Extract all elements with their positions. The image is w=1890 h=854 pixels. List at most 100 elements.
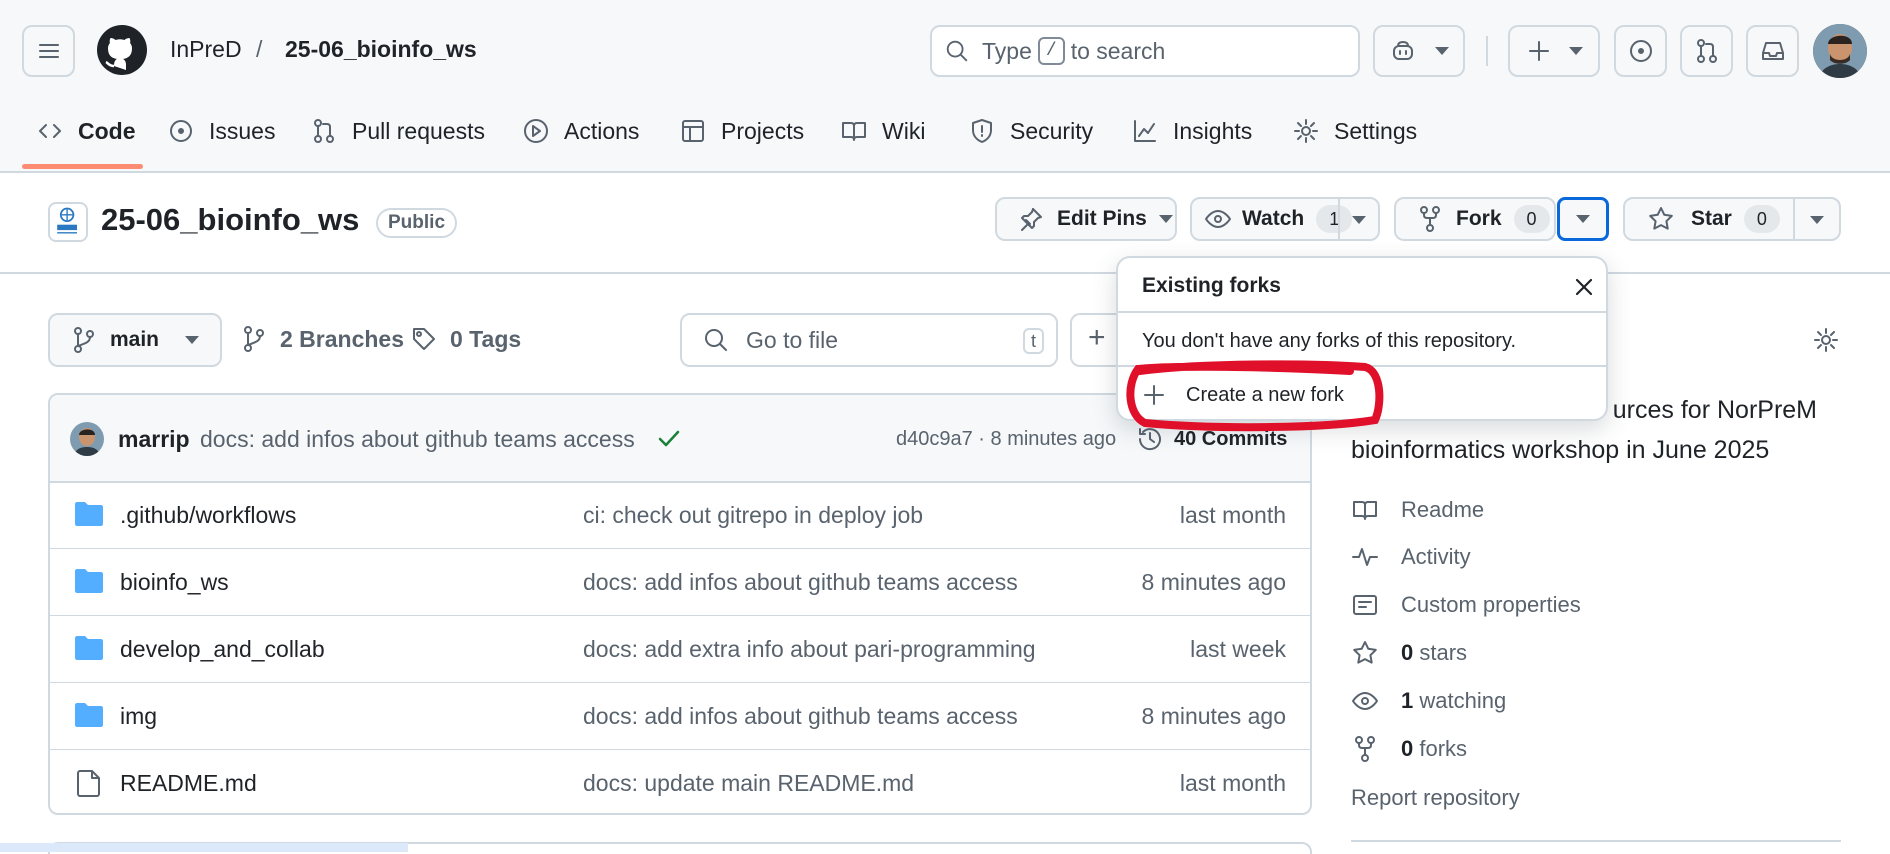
file-commit-message[interactable]: docs: update main README.md [583,770,914,797]
github-logo-icon[interactable] [96,24,148,76]
breadcrumb-separator: / [256,36,263,62]
file-table: marrip docs: add infos about github team… [48,393,1312,815]
folder-icon [75,703,103,727]
search-icon [705,329,727,351]
forks-label: forks [1419,736,1468,761]
go-to-file-shortcut: t [1022,328,1044,354]
branch-selector[interactable]: main [48,313,222,367]
fork-button[interactable]: Fork 0 [1394,197,1556,241]
pull-requests-button[interactable] [1680,25,1733,77]
table-row[interactable]: README.md docs: update main README.md la… [50,749,1310,813]
tab-security[interactable]: Security [968,110,1093,152]
forks-count: 0 [1401,736,1414,761]
eye-icon [1352,692,1378,710]
star-count: 0 [1743,205,1780,233]
inbox-button[interactable] [1746,25,1799,77]
tab-label: Settings [1334,117,1418,144]
file-commit-message[interactable]: docs: add infos about github teams acces… [583,703,1018,730]
create-new-button[interactable] [1508,25,1600,77]
search-icon [946,40,968,62]
tags-link[interactable]: 0 Tags [410,325,521,353]
search-shortcut-key: / [1037,37,1065,65]
note-icon [1353,595,1377,615]
sidebar-custom-properties-link[interactable]: Custom properties [1351,591,1581,619]
fork-dropdown-button[interactable] [1557,197,1609,241]
search-placeholder-after: to search [1070,37,1166,64]
book-icon [842,122,866,141]
global-header: InPreD / 25-06_bioinfo_ws Type / to sear… [0,0,1890,173]
go-to-file-input[interactable]: Go to file t [680,313,1058,367]
pull-request-icon [314,119,334,143]
sidebar-stars-link[interactable]: 0 stars [1351,639,1467,667]
sidebar-readme-link[interactable]: Readme [1351,496,1484,524]
table-row[interactable]: .github/workflows ci: check out gitrepo … [50,481,1310,549]
file-name[interactable]: img [120,703,157,730]
commit-author[interactable]: marrip [118,426,190,453]
file-commit-message[interactable]: ci: check out gitrepo in deploy job [583,502,923,529]
star-button[interactable]: Star 0 [1623,197,1841,241]
file-date: last month [1179,770,1286,796]
sidebar-activity-link[interactable]: Activity [1351,543,1471,571]
repo-owner-avatar [48,202,88,242]
file-name[interactable]: bioinfo_ws [120,569,229,596]
hamburger-icon [38,44,59,58]
header-divider [1486,36,1488,66]
sidebar-divider [1351,840,1841,842]
repo-title[interactable]: 25-06_bioinfo_ws [101,202,359,238]
breadcrumb-owner[interactable]: InPreD [170,36,242,63]
close-icon[interactable] [1573,276,1595,298]
issues-button[interactable] [1614,25,1667,77]
chevron-down-icon [1435,47,1449,55]
file-name[interactable]: develop_and_collab [120,636,325,663]
menu-button[interactable] [22,25,75,77]
pulse-icon [1352,548,1378,566]
file-name[interactable]: .github/workflows [120,502,296,529]
search-input[interactable]: Type / to search [930,25,1360,77]
commit-message[interactable]: docs: add infos about github teams acces… [200,426,635,453]
sidebar-watching-link[interactable]: 1 watching [1351,687,1506,715]
chevron-down-icon [1810,216,1824,224]
file-name[interactable]: README.md [120,770,257,797]
activity-label: Activity [1401,544,1471,569]
sidebar-forks-link[interactable]: 0 forks [1351,735,1467,763]
tab-pull-requests[interactable]: Pull requests [310,110,485,152]
branches-link[interactable]: 2 Branches [240,325,404,353]
check-icon[interactable] [656,425,682,451]
fork-count: 0 [1513,205,1550,233]
report-repository-link[interactable]: Report repository [1351,785,1520,811]
tab-wiki[interactable]: Wiki [840,110,925,152]
chevron-down-icon [1569,47,1583,55]
stars-label: stars [1419,640,1468,665]
tab-settings[interactable]: Settings [1292,110,1417,152]
branch-icon [244,326,264,352]
chevron-down-icon [1352,216,1366,224]
horizontal-scrollbar[interactable] [0,843,408,852]
commits-link[interactable]: 40 Commits [1136,425,1287,453]
file-commit-message[interactable]: docs: add extra info about pari-programm… [583,636,1036,663]
commit-author-avatar[interactable] [70,422,104,456]
tab-issues[interactable]: Issues [167,110,275,152]
copilot-button[interactable] [1373,25,1465,77]
tab-insights[interactable]: Insights [1131,110,1252,152]
play-icon [524,119,548,143]
tab-label: Actions [564,117,640,144]
tab-code[interactable]: Code [36,110,136,152]
tab-label: Insights [1173,117,1253,144]
tab-actions[interactable]: Actions [522,110,639,152]
plus-icon [1144,385,1164,405]
gear-icon[interactable] [1812,326,1840,354]
pull-request-icon [1696,39,1717,63]
breadcrumb-repo[interactable]: 25-06_bioinfo_ws [285,36,477,63]
table-row[interactable]: develop_and_collab docs: add extra info … [50,615,1310,683]
watch-button[interactable]: Watch 1 [1190,197,1380,241]
table-row[interactable]: bioinfo_ws docs: add infos about github … [50,548,1310,616]
tab-projects[interactable]: Projects [679,110,804,152]
edit-pins-button[interactable]: Edit Pins [995,197,1177,241]
create-new-fork-button[interactable]: Create a new fork [1142,383,1344,407]
table-row[interactable]: img docs: add infos about github teams a… [50,682,1310,750]
commit-hash-time[interactable]: d40c9a7 · 8 minutes ago [896,428,1116,451]
file-commit-message[interactable]: docs: add infos about github teams acces… [583,569,1018,596]
user-avatar[interactable] [1813,24,1867,78]
star-icon [1353,641,1377,664]
plus-icon [1529,41,1549,61]
